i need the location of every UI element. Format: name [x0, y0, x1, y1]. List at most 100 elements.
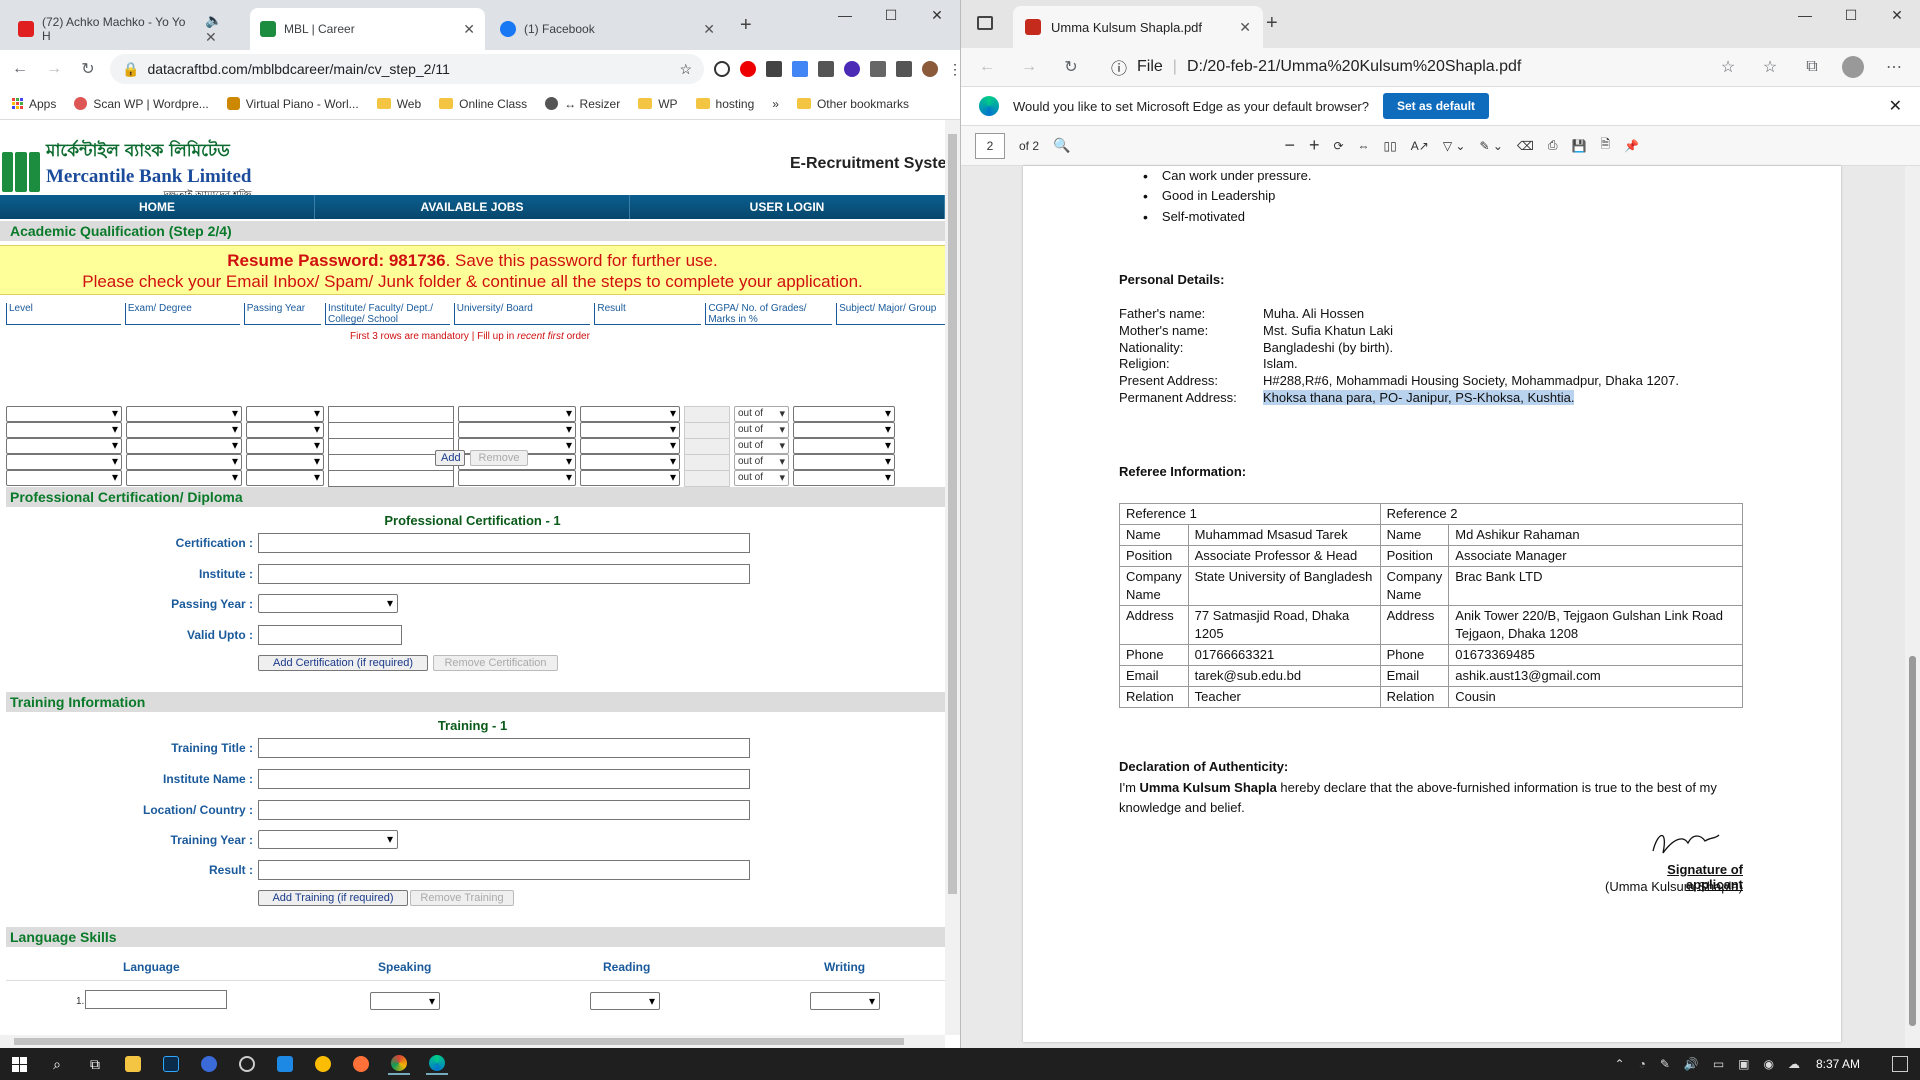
file-explorer-icon[interactable]	[122, 1053, 144, 1075]
firefox-icon[interactable]	[350, 1053, 372, 1075]
cert-institute-input[interactable]	[258, 564, 750, 584]
university-select[interactable]	[458, 470, 576, 486]
settings-menu-icon[interactable]: ⋯	[1882, 57, 1906, 77]
bookmarks-overflow[interactable]: »	[772, 97, 779, 111]
bookmark-virtual-piano[interactable]: Virtual Piano - Worl...	[226, 97, 359, 111]
exam-select[interactable]	[126, 470, 242, 486]
bookmark-wp[interactable]: WP	[638, 97, 678, 111]
reload-icon[interactable]: ↻	[1059, 57, 1083, 77]
maximize-icon[interactable]: ☐	[868, 0, 914, 30]
add-row-button[interactable]: Add	[435, 450, 465, 466]
cert-passing-year-select[interactable]	[258, 594, 398, 613]
level-select[interactable]	[6, 406, 122, 422]
chrome-icon[interactable]	[388, 1053, 410, 1075]
close-tab-icon[interactable]: 🔈 ✕	[205, 12, 238, 46]
battery-icon[interactable]: ▭	[1713, 1057, 1724, 1071]
result-select[interactable]	[580, 422, 680, 438]
notifications-icon[interactable]	[1892, 1056, 1908, 1072]
tab-mbl-career[interactable]: MBL | Career ✕	[250, 8, 485, 50]
back-icon[interactable]: ←	[975, 58, 999, 76]
cgpa-input[interactable]	[684, 437, 730, 455]
zoom-out-icon[interactable]: −	[1284, 135, 1295, 156]
onedrive-icon[interactable]: ☁	[1788, 1057, 1800, 1071]
highlight-icon[interactable]: ✎ ⌄	[1479, 139, 1502, 153]
result-select[interactable]	[580, 438, 680, 454]
exam-select[interactable]	[126, 454, 242, 470]
passing-year-select[interactable]	[246, 454, 324, 470]
add-certification-button[interactable]: Add Certification (if required)	[258, 655, 428, 671]
level-select[interactable]	[6, 438, 122, 454]
nav-home[interactable]: HOME	[0, 195, 315, 219]
edge-icon[interactable]	[426, 1053, 448, 1075]
start-icon[interactable]	[8, 1053, 30, 1075]
cgpa-input[interactable]	[684, 421, 730, 439]
add-favorite-icon[interactable]: ☆	[1716, 57, 1740, 77]
page-view-icon[interactable]: ▯▯	[1384, 139, 1397, 153]
translate-extension-icon[interactable]	[792, 61, 808, 77]
app-icon[interactable]	[198, 1053, 220, 1075]
bookmark-hosting[interactable]: hosting	[695, 97, 754, 111]
valid-upto-input[interactable]	[258, 625, 402, 645]
notification-extension-icon[interactable]	[844, 61, 860, 77]
pdf-scrollbar[interactable]	[1905, 166, 1920, 1048]
writing-select[interactable]	[810, 992, 880, 1010]
passing-year-select[interactable]	[246, 470, 324, 486]
tab-youtube[interactable]: (72) Achko Machko - Yo Yo H 🔈 ✕	[8, 8, 248, 50]
draw-icon[interactable]: ▽ ⌄	[1443, 139, 1466, 153]
reload-icon[interactable]: ↻	[76, 59, 100, 79]
tab-facebook[interactable]: (1) Facebook ✕	[490, 8, 725, 50]
passing-year-select[interactable]	[246, 406, 324, 422]
add-training-button[interactable]: Add Training (if required)	[258, 890, 408, 906]
close-window-icon[interactable]: ✕	[914, 0, 960, 30]
forward-icon[interactable]: →	[1017, 58, 1041, 76]
out-of-select[interactable]: out of	[734, 454, 789, 470]
result-select[interactable]	[580, 406, 680, 422]
close-infobar-icon[interactable]: ✕	[1889, 96, 1902, 116]
institute-input[interactable]	[328, 405, 454, 423]
out-of-select[interactable]: out of	[734, 438, 789, 454]
search-icon[interactable]: 🔍	[1053, 137, 1070, 154]
remove-training-button[interactable]: Remove Training	[410, 890, 514, 906]
close-window-icon[interactable]: ✕	[1874, 0, 1920, 30]
task-view-icon[interactable]: ⧉	[84, 1053, 106, 1075]
page-vertical-scrollbar[interactable]	[945, 120, 960, 1035]
save-as-icon[interactable]: 🗎	[1600, 135, 1610, 156]
training-result-input[interactable]	[258, 860, 750, 880]
maximize-icon[interactable]: ☐	[1828, 0, 1874, 30]
vscode-icon[interactable]	[274, 1053, 296, 1075]
minimize-icon[interactable]: —	[822, 0, 868, 30]
flash-extension-icon[interactable]	[766, 61, 782, 77]
profile-avatar[interactable]	[922, 61, 938, 77]
bookmark-apps[interactable]: Apps	[12, 97, 56, 111]
subject-select[interactable]	[793, 438, 895, 454]
university-select[interactable]	[458, 406, 576, 422]
back-icon[interactable]: ←	[8, 60, 32, 78]
new-tab-icon[interactable]: +	[740, 14, 752, 37]
result-select[interactable]	[580, 454, 680, 470]
save-icon[interactable]: 💾	[1571, 139, 1586, 153]
nav-available-jobs[interactable]: AVAILABLE JOBS	[315, 195, 630, 219]
photoshop-icon[interactable]	[160, 1053, 182, 1075]
bookmark-web[interactable]: Web	[376, 97, 421, 111]
chevron-up-icon[interactable]: ⌃	[1615, 1057, 1625, 1071]
clock[interactable]: 8:37 AM	[1816, 1048, 1860, 1080]
bookmark-online-class[interactable]: Online Class	[439, 97, 527, 111]
bookmark-resizer[interactable]: ↔ Resizer	[545, 97, 620, 111]
tab-pdf[interactable]: Umma Kulsum Shapla.pdf ✕	[1013, 6, 1263, 48]
reading-select[interactable]	[590, 992, 660, 1010]
out-of-select[interactable]: out of	[734, 422, 789, 438]
close-tab-icon[interactable]: ✕	[703, 21, 715, 38]
language-input[interactable]	[85, 990, 227, 1009]
network-icon[interactable]: ◔	[1639, 1057, 1646, 1071]
cgpa-input[interactable]	[684, 453, 730, 471]
out-of-select[interactable]: out of	[734, 406, 789, 422]
subject-select[interactable]	[793, 470, 895, 486]
media-icon[interactable]	[896, 61, 912, 77]
chrome-tray-icon[interactable]: ◉	[1764, 1057, 1774, 1071]
training-title-input[interactable]	[258, 738, 750, 758]
new-tab-icon[interactable]: +	[1266, 12, 1278, 35]
address-bar[interactable]: 🔒 datacraftbd.com/mblbdcareer/main/cv_st…	[110, 54, 704, 84]
speaking-select[interactable]	[370, 992, 440, 1010]
edge-address-bar[interactable]: ⓘ File | D:/20-feb-21/Umma%20Kulsum%20Sh…	[1101, 52, 1698, 82]
training-year-select[interactable]	[258, 830, 398, 849]
